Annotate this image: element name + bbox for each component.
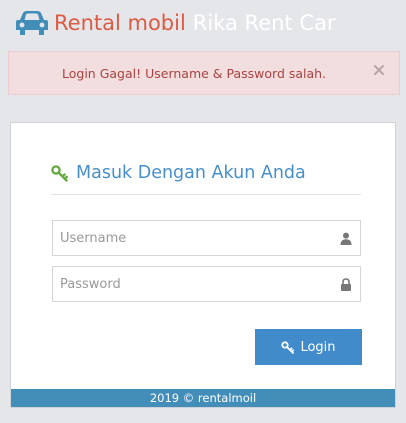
alert-message: Login Gagal! Username & Password salah. [62, 66, 327, 81]
password-input[interactable] [53, 267, 360, 301]
brand-name-primary: Rental mobil [54, 10, 186, 35]
footer-text: 2019 © rentalmoil [149, 391, 257, 405]
car-icon [16, 11, 48, 35]
lock-icon [341, 278, 351, 291]
login-button[interactable]: Login [255, 329, 362, 365]
username-input[interactable] [53, 221, 360, 255]
key-icon [51, 165, 68, 182]
error-alert: Login Gagal! Username & Password salah. [8, 51, 400, 95]
brand: Rental mobil Rika Rent Car [16, 4, 336, 42]
login-footer: 2019 © rentalmoil [11, 389, 395, 407]
username-field-wrapper [52, 220, 361, 256]
login-header: Masuk Dengan Akun Anda [51, 161, 361, 195]
login-title: Masuk Dengan Akun Anda [76, 163, 306, 183]
user-icon [340, 232, 352, 245]
brand-name-secondary: Rika Rent Car [192, 10, 336, 35]
login-box: Masuk Dengan Akun Anda Login 2019 [10, 122, 396, 408]
close-icon[interactable] [372, 63, 386, 77]
password-field-wrapper [52, 266, 361, 302]
login-button-label: Login [300, 339, 336, 355]
key-icon [281, 340, 295, 354]
